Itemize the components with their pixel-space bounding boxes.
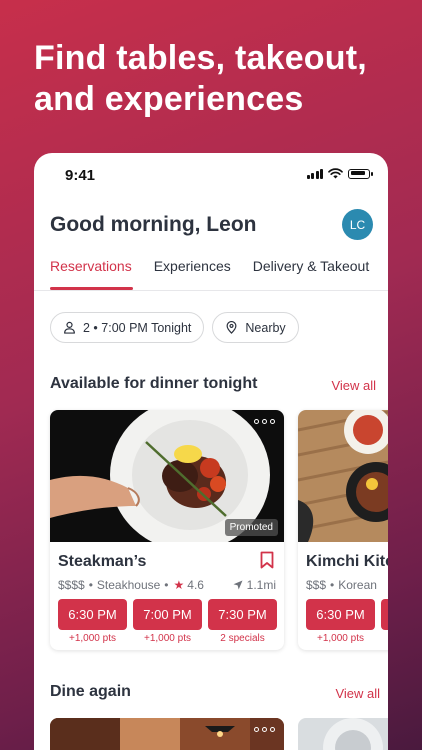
time-slot-button[interactable]: 6:30 PM xyxy=(306,599,375,630)
rating: 4.6 xyxy=(187,578,204,592)
restaurant-name: Steakman’s xyxy=(58,553,147,570)
greeting-title: Good morning, Leon xyxy=(50,213,257,236)
party-time-label: 2 • 7:00 PM Tonight xyxy=(83,320,192,335)
restaurant-photo: Promoted xyxy=(50,410,284,542)
status-icons xyxy=(306,168,373,179)
filter-chips: 2 • 7:00 PM Tonight Nearby xyxy=(50,312,299,343)
more-options-icon[interactable] xyxy=(254,727,275,732)
battery-icon xyxy=(348,168,373,179)
time-slot-button[interactable]: 7:00 PM xyxy=(133,599,202,630)
time-slot-button[interactable]: 6:30 PM xyxy=(58,599,127,630)
time-slot-button[interactable]: 7:30 PM xyxy=(208,599,277,630)
restaurant-photo xyxy=(298,410,388,542)
time-slots: 6:30 PM +1,000 pts xyxy=(306,599,388,644)
tab-delivery-takeout[interactable]: Delivery & Takeout xyxy=(253,258,369,290)
person-icon xyxy=(64,321,75,334)
promoted-badge: Promoted xyxy=(224,519,278,536)
time-slot-button[interactable] xyxy=(381,599,388,630)
headline: Find tables, takeout, and experiences xyxy=(34,39,367,118)
location-pin-icon xyxy=(226,321,237,334)
time-slot-note: 2 specials xyxy=(220,633,265,644)
avatar[interactable]: LC xyxy=(342,209,373,240)
time-slot-note: +1,000 pts xyxy=(144,633,191,644)
cuisine: Steakhouse xyxy=(96,578,161,592)
distance: 1.1mi xyxy=(246,578,276,592)
restaurant-card[interactable] xyxy=(50,718,284,750)
restaurant-card[interactable]: Promoted Steakman’s $$$$ • Steakhouse • … xyxy=(50,410,284,650)
time-slot: 6:30 PM +1,000 pts xyxy=(306,599,375,644)
tabs-divider xyxy=(34,290,388,291)
restaurant-name: Kimchi Kitc xyxy=(306,553,388,570)
star-icon: ★ xyxy=(173,578,185,592)
location-chip[interactable]: Nearby xyxy=(212,312,299,343)
restaurant-photo xyxy=(298,718,388,750)
restaurant-card[interactable] xyxy=(298,718,388,750)
time-slot-note: +1,000 pts xyxy=(69,633,116,644)
location-label: Nearby xyxy=(245,320,286,335)
tab-experiences[interactable]: Experiences xyxy=(154,258,231,290)
tab-reservations[interactable]: Reservations xyxy=(50,258,133,290)
app-screen: 9:41 Good morning, Leon LC Reservations … xyxy=(34,153,388,750)
restaurant-meta: $$$ • Korean xyxy=(306,578,377,592)
time-slot-partial xyxy=(381,599,388,644)
time-slots: 6:30 PM +1,000 pts 7:00 PM +1,000 pts 7:… xyxy=(58,599,277,644)
distance-group: 1.1mi xyxy=(233,578,276,592)
restaurant-photo xyxy=(50,718,284,750)
cuisine: Korean xyxy=(338,578,377,592)
section-title-available: Available for dinner tonight xyxy=(50,375,258,392)
more-options-icon[interactable] xyxy=(254,419,275,424)
time-slot-note: +1,000 pts xyxy=(317,633,364,644)
restaurant-card[interactable]: Kimchi Kitc $$$ • Korean 6:30 PM +1,000 … xyxy=(298,410,388,650)
price-level: $$$$ xyxy=(58,578,85,592)
party-time-chip[interactable]: 2 • 7:00 PM Tonight xyxy=(50,312,205,343)
time-slot: 6:30 PM +1,000 pts xyxy=(58,599,127,644)
wifi-icon xyxy=(328,168,343,179)
tab-bar: Reservations Experiences Delivery & Take… xyxy=(50,258,388,290)
time-slot: 7:30 PM 2 specials xyxy=(208,599,277,644)
time-slot: 7:00 PM +1,000 pts xyxy=(133,599,202,644)
view-all-available-link[interactable]: View all xyxy=(331,378,376,393)
restaurant-meta: $$$$ • Steakhouse • ★ 4.6 1.1mi xyxy=(58,578,276,592)
status-bar: 9:41 xyxy=(34,153,388,197)
navigation-arrow-icon xyxy=(233,580,243,590)
price-level: $$$ xyxy=(306,578,327,592)
status-time: 9:41 xyxy=(65,167,96,184)
bookmark-icon[interactable] xyxy=(260,551,274,569)
view-all-dine-again-link[interactable]: View all xyxy=(335,686,380,701)
signal-icon xyxy=(306,168,323,179)
section-title-dine-again: Dine again xyxy=(50,683,131,700)
